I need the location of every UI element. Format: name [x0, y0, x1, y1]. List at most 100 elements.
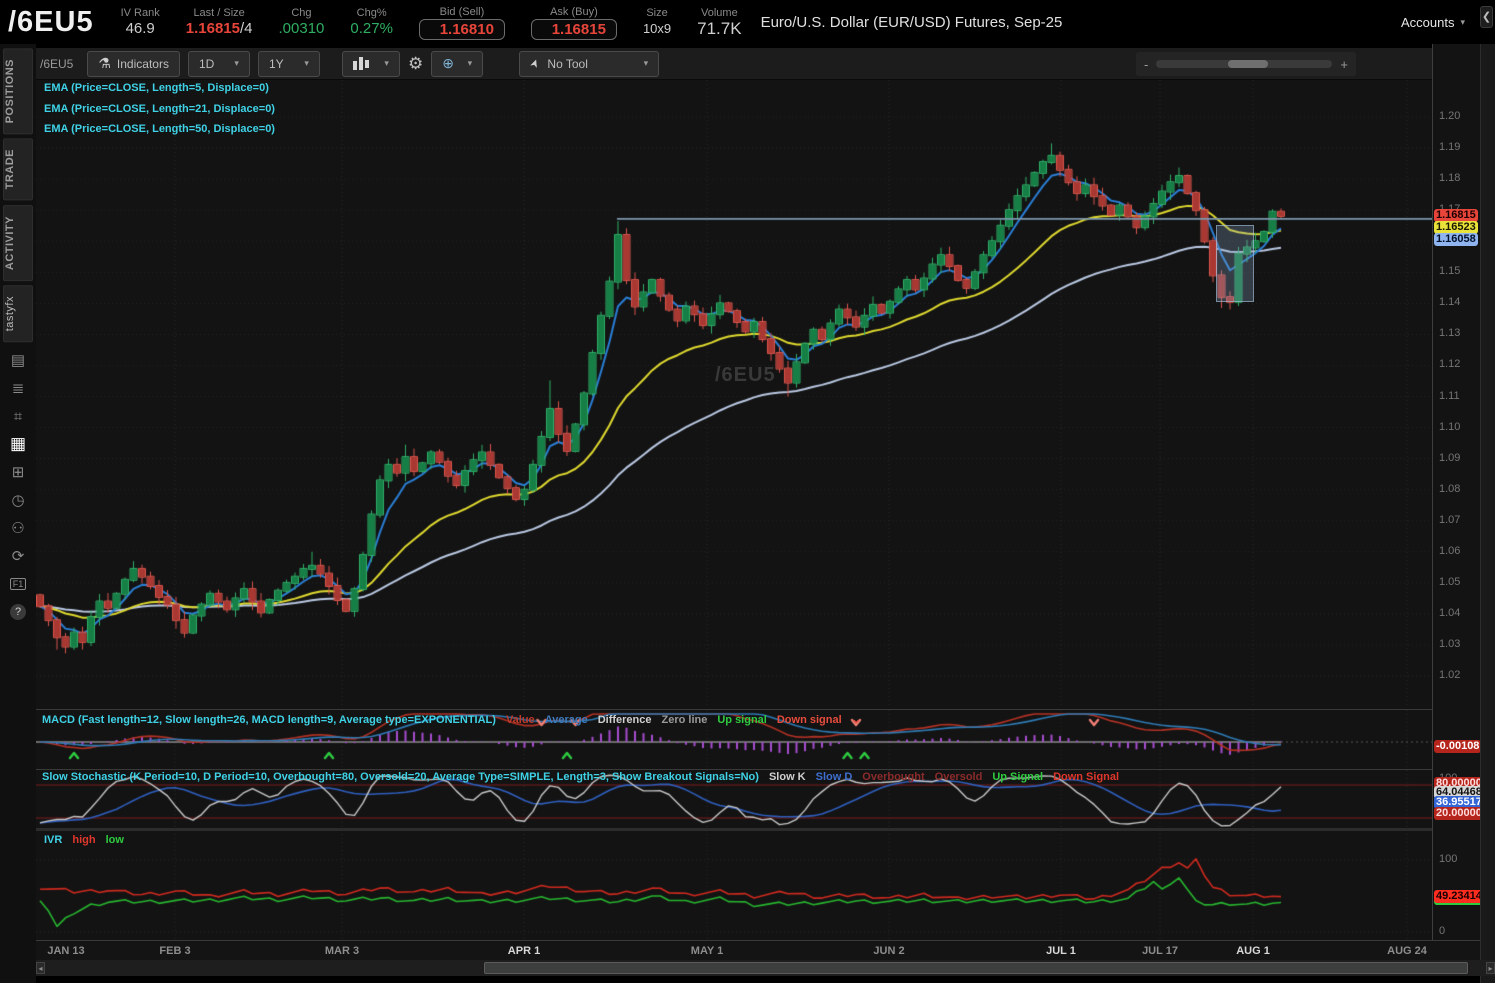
panel-divider[interactable]	[36, 709, 1480, 710]
chgpct-label: Chg%	[356, 7, 387, 19]
price-tick: 1.08	[1439, 482, 1461, 495]
chevron-down-icon: ▾	[384, 58, 389, 68]
ivr-study-label: IVR high low	[44, 834, 124, 846]
news-icon[interactable]: ▤	[0, 346, 36, 374]
social-icon[interactable]: ⚇	[0, 514, 36, 542]
ivr-panel-canvas[interactable]	[36, 830, 1432, 940]
panel-divider[interactable]	[36, 769, 1480, 770]
bid-label: Bid (Sell)	[439, 5, 485, 18]
time-label: MAY 1	[690, 945, 724, 957]
chgpct-value: 0.27%	[350, 20, 393, 37]
time-label: AUG 24	[1387, 945, 1427, 957]
chgpct-field: Chg% 0.27%	[350, 6, 393, 38]
legend-high: high	[72, 834, 96, 846]
panel-divider[interactable]	[36, 828, 1480, 831]
zoom-slider: - +	[1136, 52, 1356, 76]
sidebar-tab-tastyfx[interactable]: tastyfx	[3, 284, 33, 343]
ask-field[interactable]: Ask (Buy) 1.16815	[530, 5, 617, 40]
ema50-chip: 1.16058	[1434, 233, 1478, 246]
collapse-panel-button[interactable]: ❮	[1480, 6, 1493, 28]
scroll-left-arrow[interactable]: ◂	[36, 962, 45, 974]
draw-layers-icon: ⊕	[442, 55, 454, 71]
chg-field: Chg .00310	[279, 6, 325, 38]
ivr-100-tick: 100	[1439, 853, 1458, 865]
iv-rank-label: IV Rank	[120, 7, 160, 19]
time-label: JUN 2	[873, 945, 905, 957]
stoch-title[interactable]: Slow Stochastic (K Period=10, D Period=1…	[42, 771, 759, 783]
ask-button[interactable]: 1.16815	[530, 18, 617, 40]
ema-label-21[interactable]: EMA (Price=CLOSE, Length=21, Displace=0)	[44, 103, 275, 115]
chg-label: Chg	[291, 7, 312, 19]
last-size-label: Last / Size	[193, 7, 245, 19]
screen-icon[interactable]: ⌗	[0, 402, 36, 430]
ivr-title[interactable]: IVR	[44, 834, 62, 846]
watchlist-icon[interactable]: ≣	[0, 374, 36, 402]
macd-title[interactable]: MACD (Fast length=12, Slow length=26, MA…	[42, 714, 496, 726]
chg-value: .00310	[278, 20, 325, 37]
time-label: APR 1	[507, 945, 541, 957]
zoom-thumb[interactable]	[1228, 60, 1269, 68]
zoom-out-button[interactable]: -	[1144, 57, 1148, 72]
scroll-right-arrow[interactable]: ▸	[1486, 962, 1495, 974]
bid-field[interactable]: Bid (Sell) 1.16810	[418, 5, 505, 40]
price-tick: 1.02	[1439, 669, 1461, 682]
price-tick: 1.14	[1439, 296, 1461, 309]
chevron-down-icon: ▾	[467, 58, 473, 68]
price-chart-canvas[interactable]	[36, 80, 1432, 708]
scroll-thumb[interactable]	[484, 962, 1468, 974]
size-value: 10x9	[642, 21, 672, 36]
price-axis[interactable]: 1.201.191.181.171.161.151.141.131.121.11…	[1432, 44, 1484, 960]
candlestick-icon	[352, 57, 369, 71]
time-axis[interactable]: JAN 13 FEB 3 MAR 3 APR 1 MAY 1 JUN 2 JUL 1 JUL …	[36, 940, 1480, 960]
zoom-in-button[interactable]: +	[1340, 57, 1348, 72]
sidebar-tab-trade[interactable]: TRADE	[3, 138, 33, 201]
sidebar-tab-positions[interactable]: POSITIONS	[3, 48, 33, 135]
bid-button[interactable]: 1.16810	[418, 18, 505, 40]
chart-watermark: /6EU5	[715, 364, 776, 386]
indicators-button[interactable]: ⚗ Indicators	[87, 50, 180, 77]
legend-oversold: Oversold	[934, 771, 983, 783]
price-tick: 1.13	[1439, 327, 1461, 340]
chart-icon[interactable]: ▦	[0, 430, 36, 458]
legend-value: Value	[505, 714, 535, 726]
price-tick: 1.18	[1439, 172, 1461, 185]
chart-type-select[interactable]: ▾	[341, 50, 400, 77]
chart-selection-box[interactable]	[1216, 225, 1254, 302]
price-tick: 1.04	[1439, 606, 1461, 619]
iv-rank-value: 46.9	[125, 20, 155, 37]
chevron-down-icon: ▾	[1460, 16, 1465, 27]
tool-select[interactable]: ➤ No Tool ▾	[519, 50, 660, 77]
f1-icon[interactable]: F1	[0, 570, 36, 598]
history-icon[interactable]: ◷	[0, 486, 36, 514]
sidebar-tab-activity[interactable]: ACTIVITY	[3, 204, 33, 281]
price-tick: 1.10	[1439, 420, 1461, 433]
legend-up-signal: Up signal	[717, 714, 767, 726]
chevron-down-icon: ▾	[643, 58, 649, 68]
time-label: JAN 13	[47, 945, 85, 957]
legend-down-signal: Down Signal	[1053, 771, 1120, 783]
ema-label-5[interactable]: EMA (Price=CLOSE, Length=5, Displace=0)	[44, 82, 269, 94]
price-tick: 1.05	[1439, 575, 1461, 588]
indicators-label: Indicators	[116, 56, 169, 71]
legend-slow-d: Slow D	[815, 771, 853, 783]
question-icon: ?	[10, 604, 26, 621]
accounts-menu[interactable]: Accounts ▾	[1401, 15, 1465, 30]
indicators-flask-icon: ⚗	[98, 55, 111, 71]
collapsed-right-panel[interactable]	[1480, 44, 1495, 983]
help-icon[interactable]: ?	[0, 598, 36, 626]
zoom-track[interactable]	[1156, 60, 1333, 68]
quote-header: /6EU5 IV Rank 46.9 Last / Size 1.16815/4…	[0, 0, 1495, 44]
drawing-tools-select[interactable]: ⊕ ▾	[431, 50, 484, 77]
accounts-label: Accounts	[1400, 14, 1455, 30]
ema-label-50[interactable]: EMA (Price=CLOSE, Length=50, Displace=0)	[44, 123, 275, 135]
grid-icon[interactable]: ⊞	[0, 458, 36, 486]
replay-icon[interactable]: ⟳	[0, 542, 36, 570]
horizontal-scrollbar[interactable]: ◂ ▸	[36, 960, 1495, 976]
range-select[interactable]: 1Y ▾	[257, 50, 320, 77]
gear-icon[interactable]: ⚙	[408, 54, 423, 74]
last-value: 1.16815	[185, 20, 240, 37]
legend-difference: Difference	[597, 714, 652, 726]
last-size-field: Last / Size 1.16815/4	[186, 6, 253, 38]
price-tick: 1.06	[1439, 544, 1461, 557]
timeframe-select[interactable]: 1D ▾	[187, 50, 250, 77]
